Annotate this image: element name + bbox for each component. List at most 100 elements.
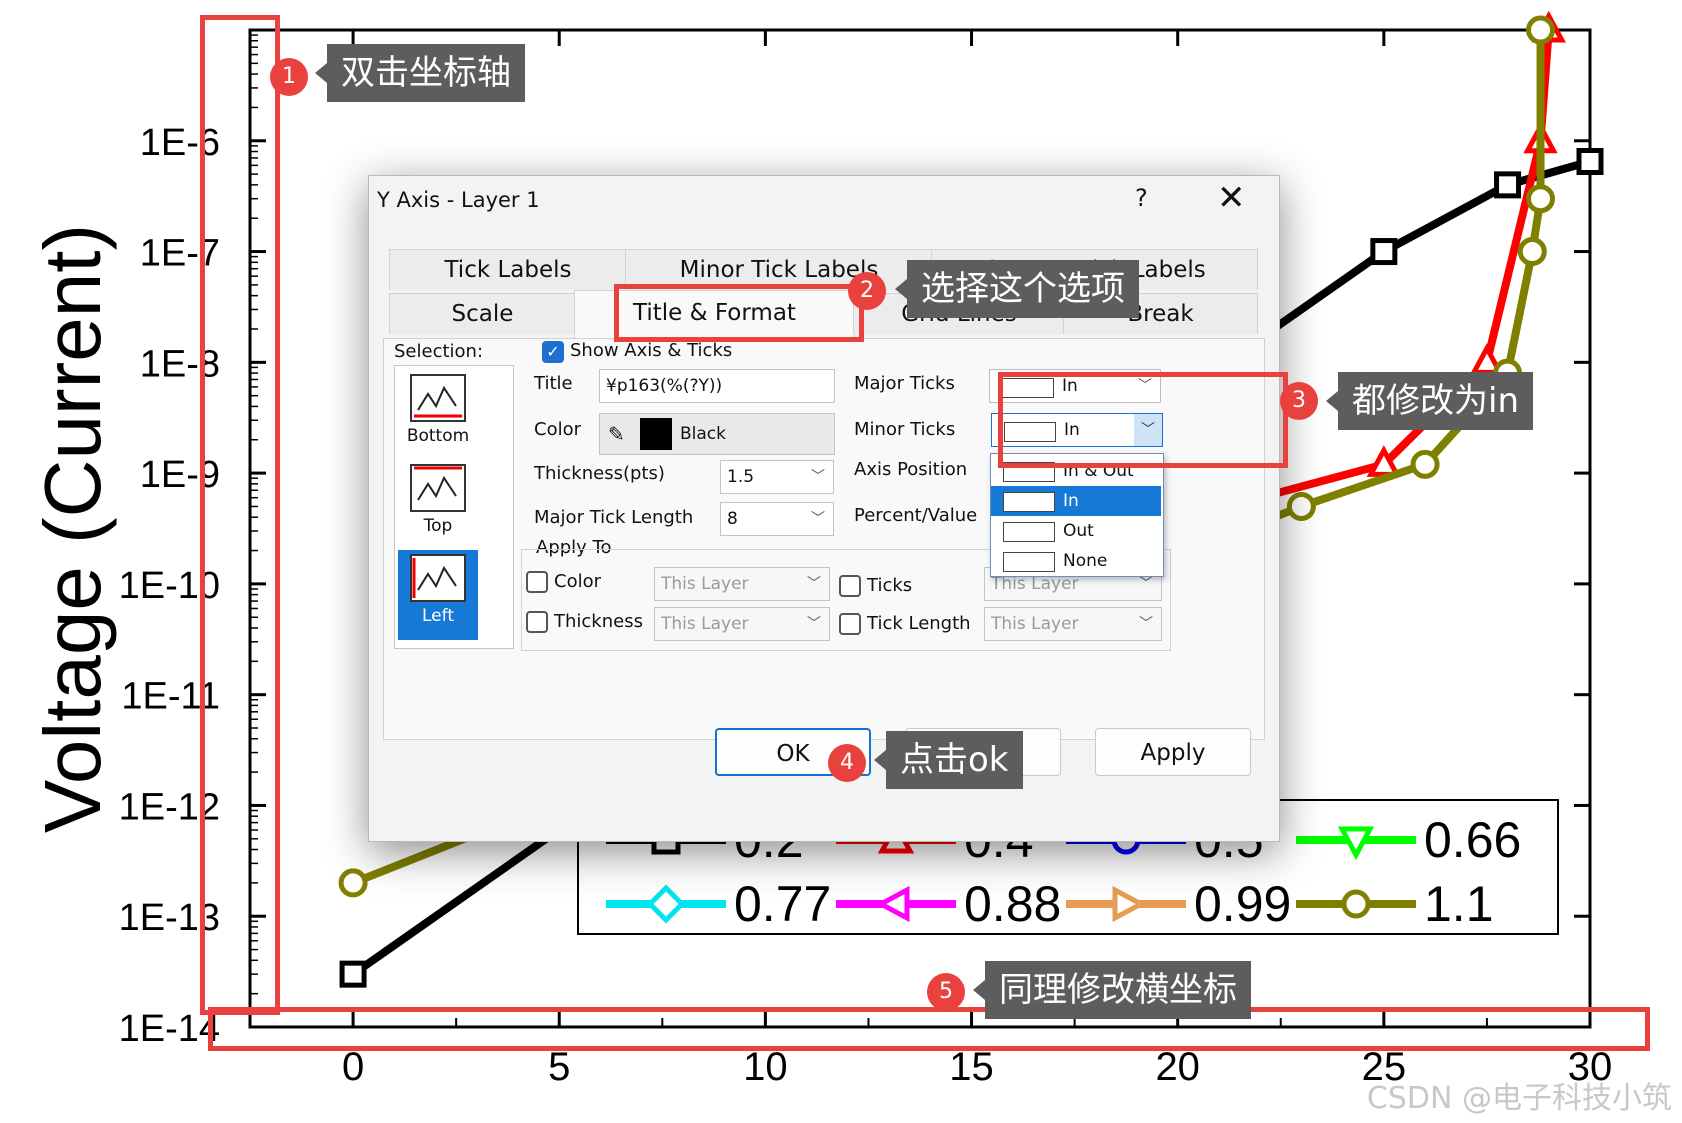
dialog-title: Y Axis - Layer 1 bbox=[377, 188, 540, 212]
series-point bbox=[1370, 238, 1398, 266]
selection-label: Selection: bbox=[394, 341, 484, 362]
apply-tick-length-label: Tick Length bbox=[867, 613, 971, 634]
percent-value-label: Percent/Value bbox=[854, 505, 978, 526]
step-tip: 双击坐标轴 bbox=[315, 44, 525, 102]
major-tick-length-label: Major Tick Length bbox=[534, 507, 694, 528]
apply-thickness-value: This Layer bbox=[661, 614, 749, 634]
highlight-y-axis bbox=[200, 15, 280, 1015]
series-point bbox=[338, 868, 368, 898]
color-picker[interactable]: ✎ Black bbox=[599, 413, 835, 455]
selection-item-left[interactable]: Left bbox=[398, 550, 478, 640]
step-badge: 4 bbox=[828, 744, 866, 782]
title-input[interactable]: ¥p163(%(?Y)) bbox=[599, 369, 835, 403]
apply-color-label: Color bbox=[554, 571, 601, 592]
step-badge: 3 bbox=[1280, 382, 1318, 420]
axis-left-icon bbox=[410, 554, 466, 602]
option-in[interactable]: In bbox=[991, 486, 1161, 516]
thickness-combo[interactable]: 1.5 ﹀ bbox=[720, 460, 834, 494]
step-badge: 1 bbox=[270, 58, 308, 96]
major-tick-length-combo[interactable]: 8 ﹀ bbox=[720, 502, 834, 536]
pencil-icon: ✎ bbox=[608, 422, 625, 446]
selection-item-bottom[interactable]: Bottom bbox=[398, 370, 478, 460]
series-point bbox=[1494, 171, 1522, 199]
help-button[interactable]: ? bbox=[1135, 184, 1148, 212]
series-point bbox=[1526, 184, 1556, 214]
thickness-value: 1.5 bbox=[727, 467, 755, 487]
tab-scale[interactable]: Scale bbox=[389, 293, 576, 334]
apply-ticks-label: Ticks bbox=[867, 575, 913, 596]
thickness-label: Thickness(pts) bbox=[534, 463, 665, 484]
chevron-down-icon: ﹀ bbox=[811, 511, 825, 527]
tick-style-icon bbox=[1003, 492, 1055, 512]
step-tip: 同理修改横坐标 bbox=[973, 961, 1251, 1019]
legend-label: 0.77 bbox=[734, 876, 831, 932]
option-none[interactable]: None bbox=[991, 546, 1161, 576]
series-point bbox=[1286, 491, 1316, 521]
color-value: Black bbox=[680, 424, 726, 444]
axis-top-icon bbox=[410, 464, 466, 512]
major-ticks-label: Major Ticks bbox=[854, 373, 955, 394]
legend-label: 1.1 bbox=[1424, 876, 1494, 932]
x-tick-label: 5 bbox=[548, 1045, 570, 1089]
show-axis-checkbox[interactable]: ✓ bbox=[542, 341, 564, 363]
axis-bottom-icon bbox=[410, 374, 466, 422]
apply-color-value: This Layer bbox=[661, 574, 749, 594]
selection-item-label: Bottom bbox=[406, 426, 470, 446]
apply-color-checkbox[interactable] bbox=[526, 571, 548, 593]
legend-label: 0.66 bbox=[1424, 812, 1521, 868]
option-out[interactable]: Out bbox=[991, 516, 1161, 546]
legend-label: 0.99 bbox=[1194, 876, 1291, 932]
x-tick-label: 0 bbox=[342, 1045, 364, 1089]
option-label: None bbox=[1063, 551, 1108, 571]
chevron-down-icon: ﹀ bbox=[807, 616, 821, 632]
title-label: Title bbox=[534, 373, 573, 394]
step-badge: 5 bbox=[927, 973, 965, 1011]
tick-style-icon bbox=[1003, 522, 1055, 542]
legend-marker bbox=[1341, 889, 1371, 919]
minor-ticks-options: In & Out In Out None bbox=[990, 453, 1164, 577]
show-axis-label: Show Axis & Ticks bbox=[570, 340, 733, 361]
highlight-tick-dropdowns bbox=[998, 372, 1288, 468]
selection-list: Bottom Top Left bbox=[394, 365, 514, 649]
y-axis-title: Voltage (Current) bbox=[28, 224, 117, 833]
apply-tick-length-checkbox[interactable] bbox=[839, 613, 861, 635]
tab-tick-labels[interactable]: Tick Labels bbox=[389, 249, 627, 290]
step-tip: 点击ok bbox=[874, 731, 1023, 789]
apply-thickness-label: Thickness bbox=[554, 611, 643, 632]
series-point bbox=[1576, 148, 1604, 176]
apply-color-combo[interactable]: This Layer ﹀ bbox=[654, 567, 830, 601]
apply-tick-length-value: This Layer bbox=[991, 614, 1079, 634]
chevron-down-icon: ﹀ bbox=[1139, 616, 1153, 632]
selection-item-label: Left bbox=[422, 606, 454, 626]
selection-item-label: Top bbox=[423, 516, 453, 536]
apply-thickness-combo[interactable]: This Layer ﹀ bbox=[654, 607, 830, 641]
axis-position-label: Axis Position bbox=[854, 459, 968, 480]
watermark: CSDN @电子科技小筑 bbox=[1366, 1081, 1672, 1116]
apply-button[interactable]: Apply bbox=[1095, 728, 1251, 776]
chevron-down-icon: ﹀ bbox=[811, 469, 825, 485]
close-button[interactable]: ✕ bbox=[1217, 178, 1246, 218]
apply-thickness-checkbox[interactable] bbox=[526, 611, 548, 633]
color-label: Color bbox=[534, 419, 581, 440]
legend-label: 0.88 bbox=[964, 876, 1061, 932]
selection-item-top[interactable]: Top bbox=[398, 460, 478, 550]
series-point bbox=[1517, 237, 1547, 267]
highlight-x-axis bbox=[208, 1007, 1650, 1051]
step-tip: 都修改为in bbox=[1326, 372, 1533, 430]
option-label: In bbox=[1063, 491, 1079, 511]
series-point bbox=[1410, 449, 1440, 479]
chevron-down-icon: ﹀ bbox=[807, 576, 821, 592]
x-tick-label: 10 bbox=[743, 1045, 788, 1089]
step-tip: 选择这个选项 bbox=[895, 260, 1139, 318]
apply-ticks-value: This Layer bbox=[991, 574, 1079, 594]
apply-ticks-checkbox[interactable] bbox=[839, 575, 861, 597]
minor-ticks-label: Minor Ticks bbox=[854, 419, 956, 440]
y-axis-dialog: Y Axis - Layer 1 ? ✕ Tick Labels Minor T… bbox=[368, 175, 1280, 842]
tick-style-icon bbox=[1003, 552, 1055, 572]
apply-tick-length-combo[interactable]: This Layer ﹀ bbox=[984, 607, 1162, 641]
option-label: Out bbox=[1063, 521, 1094, 541]
series-point bbox=[339, 960, 367, 988]
x-tick-label: 20 bbox=[1155, 1045, 1200, 1089]
x-tick-label: 15 bbox=[949, 1045, 994, 1089]
highlight-title-format-tab bbox=[614, 284, 864, 342]
